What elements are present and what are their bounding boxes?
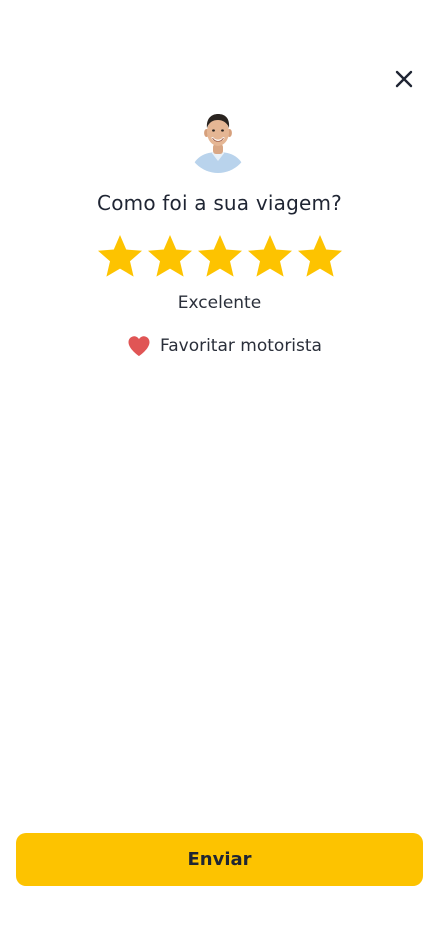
heart-icon <box>128 336 150 356</box>
rating-screen: Como foi a sua viagem? Excelente Favorit… <box>0 0 439 950</box>
star-rating[interactable] <box>96 233 344 281</box>
star-2-icon[interactable] <box>146 233 194 281</box>
rating-question: Como foi a sua viagem? <box>97 191 342 215</box>
favorite-driver-label: Favoritar motorista <box>160 336 322 356</box>
star-3-icon[interactable] <box>196 233 244 281</box>
star-5-icon[interactable] <box>296 233 344 281</box>
rating-label: Excelente <box>177 293 262 313</box>
star-4-icon[interactable] <box>246 233 294 281</box>
favorite-driver-toggle[interactable]: Favoritar motorista <box>127 333 322 359</box>
driver-avatar <box>187 111 249 173</box>
close-button[interactable] <box>388 63 420 95</box>
star-1-icon[interactable] <box>96 233 144 281</box>
submit-button[interactable]: Enviar <box>16 833 423 886</box>
close-icon <box>395 70 413 88</box>
